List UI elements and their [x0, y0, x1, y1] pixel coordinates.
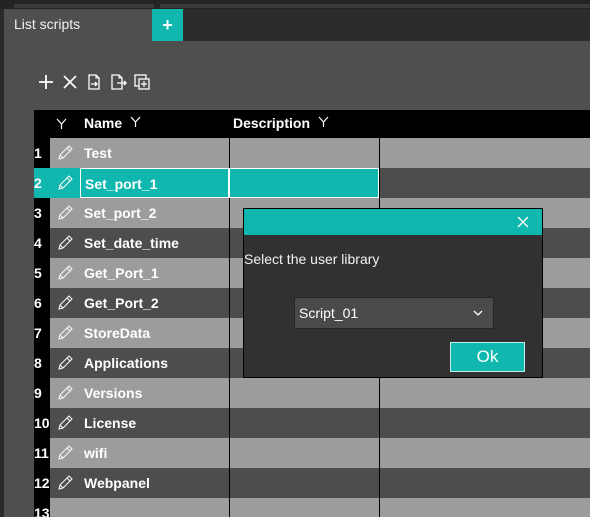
select-library-dialog: Select the user library Script_01 Ok: [243, 208, 543, 378]
edit-pencil-icon[interactable]: [50, 318, 80, 348]
library-select[interactable]: Script_01: [294, 297, 494, 329]
edit-pencil-icon[interactable]: [50, 258, 80, 288]
cell-description[interactable]: [229, 408, 379, 438]
table-row[interactable]: 12 Webpanel: [34, 468, 590, 498]
cell-name[interactable]: [80, 498, 229, 517]
cell-name[interactable]: Applications: [80, 348, 229, 378]
table-row[interactable]: 9 Versions: [34, 378, 590, 408]
filter-icon[interactable]: [130, 116, 141, 128]
table-row[interactable]: 1 Test: [34, 138, 590, 168]
top-strip-segment: [160, 4, 590, 8]
cell-filler: [379, 138, 590, 168]
tab-label: List scripts: [14, 16, 81, 32]
cell-name[interactable]: wifi: [80, 438, 229, 468]
add-tab-button[interactable]: +: [152, 9, 183, 41]
filter-icon[interactable]: [318, 116, 329, 128]
cell-name[interactable]: License: [80, 408, 229, 438]
edit-column-filter-icon[interactable]: [56, 110, 67, 138]
cell-description[interactable]: [229, 438, 379, 468]
cell-name[interactable]: Set_port_2: [80, 198, 229, 228]
edit-pencil-icon[interactable]: [50, 228, 80, 258]
close-icon[interactable]: [514, 213, 532, 231]
delete-icon[interactable]: [61, 73, 79, 91]
cell-filler: [379, 438, 590, 468]
cell-name[interactable]: Get_Port_1: [80, 258, 229, 288]
row-number: 11: [34, 438, 50, 468]
dialog-header: [244, 209, 542, 235]
table-row[interactable]: 10 License: [34, 408, 590, 438]
row-number: 4: [34, 228, 50, 258]
cell-description[interactable]: [229, 468, 379, 498]
row-number: 12: [34, 468, 50, 498]
edit-pencil-icon[interactable]: [50, 168, 80, 198]
cell-description[interactable]: [229, 378, 379, 408]
table-row[interactable]: 11 wifi: [34, 438, 590, 468]
row-number: 3: [34, 198, 50, 228]
cell-filler: [379, 408, 590, 438]
edit-pencil-icon[interactable]: [50, 138, 80, 168]
cell-name[interactable]: Get_Port_2: [80, 288, 229, 318]
plus-icon: +: [162, 14, 173, 35]
column-header-description-label: Description: [233, 115, 311, 131]
edit-pencil-icon[interactable]: [50, 198, 80, 228]
edit-pencil-icon[interactable]: [50, 438, 80, 468]
ok-button[interactable]: Ok: [450, 342, 525, 372]
dialog-label: Select the user library: [244, 251, 380, 267]
add-icon[interactable]: [37, 73, 55, 91]
cell-description[interactable]: [229, 138, 379, 168]
row-number: 7: [34, 318, 50, 348]
table-row[interactable]: 2 Set_port_1: [34, 168, 590, 198]
row-number: 6: [34, 288, 50, 318]
import-icon[interactable]: [85, 73, 103, 91]
cell-name[interactable]: StoreData: [80, 318, 229, 348]
top-strip: [0, 0, 590, 9]
cell-description[interactable]: [229, 498, 379, 517]
cell-name[interactable]: Versions: [80, 378, 229, 408]
row-number: 8: [34, 348, 50, 378]
row-number: 2: [34, 168, 50, 198]
cell-name[interactable]: Test: [80, 138, 229, 168]
edit-pencil-icon[interactable]: [50, 348, 80, 378]
copy-icon[interactable]: [133, 73, 151, 91]
tab-bar: [183, 9, 590, 41]
edit-pencil-icon[interactable]: [50, 288, 80, 318]
row-number: 13: [34, 498, 50, 517]
cell-name[interactable]: Webpanel: [80, 468, 229, 498]
row-number: 9: [34, 378, 50, 408]
row-number: 5: [34, 258, 50, 288]
library-select-value: Script_01: [299, 305, 359, 321]
edit-pencil-icon[interactable]: [50, 378, 80, 408]
column-header-description[interactable]: Description: [233, 110, 329, 138]
cell-filler: [379, 468, 590, 498]
cell-filler: [379, 378, 590, 408]
cell-name[interactable]: Set_port_1: [80, 168, 229, 198]
top-strip-segment: [14, 4, 154, 8]
chevron-down-icon: [473, 310, 483, 316]
edit-pencil-icon[interactable]: [50, 498, 80, 517]
cell-description[interactable]: [229, 168, 379, 198]
row-number: 1: [34, 138, 50, 168]
tab-list-scripts[interactable]: List scripts: [4, 9, 152, 41]
edit-pencil-icon[interactable]: [50, 468, 80, 498]
cell-name[interactable]: Set_date_time: [80, 228, 229, 258]
table-header: Name Description: [34, 110, 590, 138]
edit-pencil-icon[interactable]: [50, 408, 80, 438]
row-number: 10: [34, 408, 50, 438]
column-header-name[interactable]: Name: [84, 110, 141, 138]
table-row[interactable]: 13: [34, 498, 590, 517]
column-header-name-label: Name: [84, 115, 123, 131]
export-icon[interactable]: [109, 73, 127, 91]
cell-filler: [379, 498, 590, 517]
cell-filler: [379, 168, 590, 198]
